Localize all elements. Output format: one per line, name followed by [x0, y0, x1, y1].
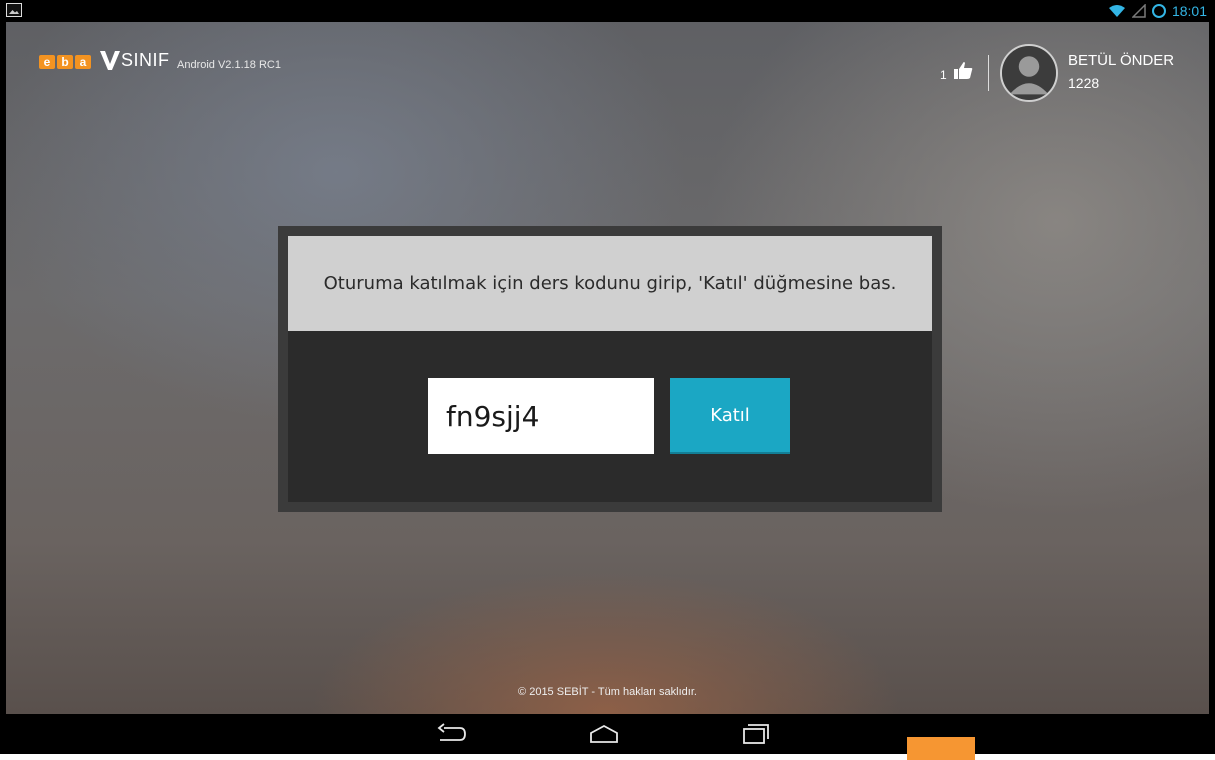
dialog-message: Oturuma katılmak için ders kodunu girip,…: [323, 273, 897, 294]
status-right-area: 18:01: [1108, 2, 1207, 20]
eba-logo-letter: b: [57, 55, 73, 69]
avatar[interactable]: [1000, 44, 1058, 102]
thumbs-up-icon[interactable]: [952, 59, 974, 81]
wifi-icon: [1108, 5, 1125, 17]
user-name: BETÜL ÖNDER: [1068, 52, 1175, 69]
copyright-text: © 2015 SEBİT - Tüm hakları saklıdır.: [518, 686, 697, 698]
join-session-dialog: Oturuma katılmak için ders kodunu girip,…: [278, 226, 942, 512]
user-silhouette-icon: [1002, 46, 1056, 100]
app-version: Android V2.1.18 RC1: [177, 59, 281, 71]
app-name: SINIF: [121, 50, 170, 70]
screen-frame-bottom: [0, 754, 1215, 760]
header-divider: [988, 55, 989, 91]
home-icon[interactable]: [588, 722, 620, 746]
gallery-icon: [6, 3, 22, 17]
back-icon[interactable]: [436, 722, 468, 746]
battery-icon: [1151, 4, 1166, 18]
screen-frame-right: [1209, 0, 1215, 760]
eba-logo-letter: a: [75, 55, 91, 69]
status-time: 18:01: [1171, 3, 1207, 19]
recent-apps-icon[interactable]: [740, 722, 772, 746]
navigation-bar: [6, 714, 1209, 754]
eba-logo-letter: e: [39, 55, 55, 69]
v-logo-icon: [100, 51, 120, 70]
likes-count: 1: [940, 68, 947, 82]
eba-logo: e b a: [39, 55, 91, 69]
user-id: 1228: [1068, 75, 1100, 91]
join-button[interactable]: Katıl: [670, 378, 790, 452]
dialog-body: Katıl: [288, 331, 932, 502]
app-screen: e b a SINIF Android V2.1.18 RC1 1 BETÜL …: [6, 22, 1209, 714]
status-bar: 18:01: [0, 0, 1215, 22]
signal-icon: [1131, 4, 1146, 18]
lesson-code-input[interactable]: [428, 378, 654, 454]
dialog-header: Oturuma katılmak için ders kodunu girip,…: [288, 236, 932, 331]
orange-overlay-block: [907, 737, 975, 760]
